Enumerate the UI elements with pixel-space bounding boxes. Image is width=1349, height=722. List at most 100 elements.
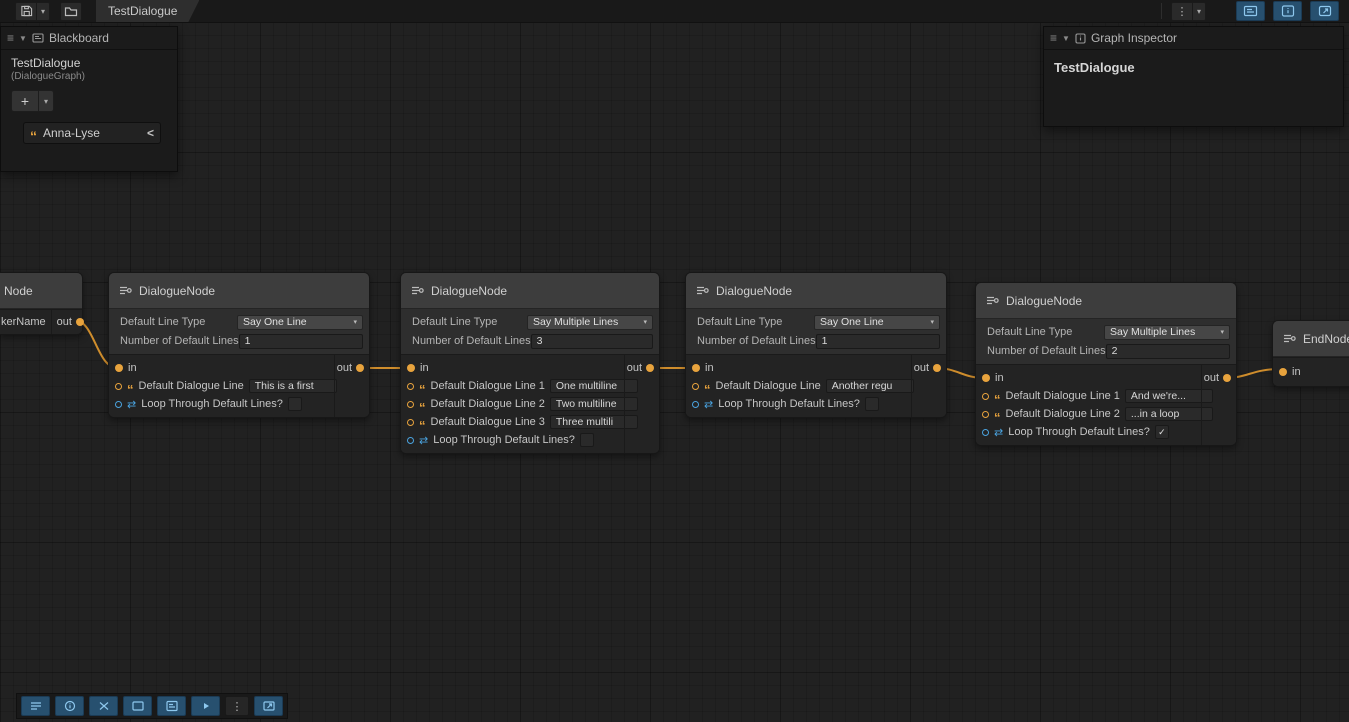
node-title-bar[interactable]: DialogueNode bbox=[686, 273, 946, 309]
row-label: Loop Through Default Lines? bbox=[1008, 426, 1150, 438]
node-title-bar[interactable]: Node bbox=[0, 273, 82, 309]
graph-tab[interactable]: TestDialogue bbox=[96, 0, 199, 22]
dialogue-node-1[interactable]: DialogueNode Default Line Type Say One L… bbox=[108, 272, 370, 418]
node-properties: Default Line Type Say One Line ▾ Number … bbox=[686, 309, 946, 354]
speaker-node-partial[interactable]: Node kerName out bbox=[0, 272, 83, 335]
input-port[interactable] bbox=[1279, 368, 1287, 376]
input-port[interactable] bbox=[407, 364, 415, 372]
graph-editor-window: ▾ TestDialogue ⋮ ▾ bbox=[0, 0, 1349, 722]
number-of-lines-input[interactable]: 1 bbox=[816, 334, 940, 349]
input-port[interactable] bbox=[692, 364, 700, 372]
console-button[interactable] bbox=[21, 696, 50, 716]
quote-icon: “ bbox=[419, 386, 426, 394]
dialogue-node-3[interactable]: DialogueNode Default Line Type Say One L… bbox=[685, 272, 947, 418]
chevron-down-icon: ▾ bbox=[1220, 328, 1224, 336]
add-property-button[interactable]: + bbox=[11, 90, 39, 112]
loop-port[interactable] bbox=[692, 401, 699, 408]
node-title-bar[interactable]: DialogueNode bbox=[109, 273, 369, 309]
number-of-lines-input[interactable]: 2 bbox=[1106, 344, 1230, 359]
number-of-lines-input[interactable]: 3 bbox=[531, 334, 653, 349]
loop-checkbox[interactable] bbox=[580, 433, 594, 447]
foldout-icon[interactable]: ▼ bbox=[19, 34, 27, 43]
node-title: EndNode bbox=[1303, 332, 1349, 346]
line-type-dropdown[interactable]: Say Multiple Lines ▾ bbox=[1104, 325, 1230, 340]
graph-inspector-header[interactable]: ≡ ▼ Graph Inspector bbox=[1044, 27, 1343, 50]
dialogue-node-4[interactable]: DialogueNode Default Line Type Say Multi… bbox=[975, 282, 1237, 446]
more-options-button[interactable]: ⋮ bbox=[1171, 2, 1193, 21]
dialogue-line-input[interactable]: This is a first bbox=[249, 379, 337, 393]
node-title-bar[interactable]: DialogueNode bbox=[401, 273, 659, 309]
field-value: 1 bbox=[822, 335, 828, 347]
port-label: kerName bbox=[1, 316, 46, 328]
blackboard-title: Blackboard bbox=[49, 31, 109, 45]
chevron-left-icon[interactable]: < bbox=[147, 126, 154, 140]
node-title-bar[interactable]: EndNode bbox=[1273, 321, 1349, 357]
in-port-label: in bbox=[705, 362, 714, 374]
field-label: Number of Default Lines bbox=[982, 345, 1106, 357]
frame-button[interactable] bbox=[123, 696, 152, 716]
blackboard-panel[interactable]: ≡ ▼ Blackboard TestDialogue (DialogueGra… bbox=[0, 26, 178, 172]
save-button[interactable] bbox=[15, 2, 37, 21]
loop-checkbox[interactable]: ✓ bbox=[1155, 425, 1169, 439]
open-preview-button[interactable] bbox=[1310, 1, 1339, 21]
dialogue-line-input[interactable]: ...in a loop bbox=[1125, 407, 1213, 421]
save-options-dropdown[interactable]: ▾ bbox=[37, 2, 50, 21]
open-asset-button[interactable] bbox=[60, 2, 82, 21]
field-value: One multiline bbox=[556, 380, 617, 392]
foldout-icon[interactable]: ▼ bbox=[1062, 34, 1070, 43]
hamburger-icon[interactable]: ≡ bbox=[7, 31, 14, 45]
line-type-dropdown[interactable]: Say Multiple Lines ▾ bbox=[527, 315, 653, 330]
toggle-blackboard-button[interactable] bbox=[1236, 1, 1265, 21]
input-port[interactable] bbox=[982, 374, 990, 382]
line-type-dropdown[interactable]: Say One Line ▾ bbox=[814, 315, 940, 330]
output-port[interactable] bbox=[76, 318, 84, 326]
blackboard-button[interactable] bbox=[157, 696, 186, 716]
output-port[interactable] bbox=[1223, 374, 1231, 382]
dialogue-line-port[interactable] bbox=[407, 383, 414, 390]
dialogue-line-port[interactable] bbox=[407, 419, 414, 426]
dialogue-node-2[interactable]: DialogueNode Default Line Type Say Multi… bbox=[400, 272, 660, 454]
loop-checkbox[interactable] bbox=[288, 397, 302, 411]
tools-button[interactable] bbox=[89, 696, 118, 716]
kebab-icon: ⋮ bbox=[1177, 5, 1188, 18]
more-options-dropdown[interactable]: ▾ bbox=[1193, 2, 1206, 21]
bottom-toolbar: ⋮ bbox=[16, 693, 288, 719]
toggle-inspector-button[interactable] bbox=[1273, 1, 1302, 21]
blackboard-property-pill[interactable]: “ Anna-Lyse < bbox=[23, 122, 161, 144]
loop-port[interactable] bbox=[115, 401, 122, 408]
row-label: Default Dialogue Line bbox=[139, 380, 244, 392]
line-type-dropdown[interactable]: Say One Line ▾ bbox=[237, 315, 363, 330]
dialogue-line-port[interactable] bbox=[982, 411, 989, 418]
graph-inspector-panel[interactable]: ≡ ▼ Graph Inspector TestDialogue bbox=[1043, 26, 1344, 127]
dialogue-line-input[interactable]: Another regu bbox=[826, 379, 914, 393]
node-title: Node bbox=[4, 284, 33, 298]
add-property-dropdown[interactable]: ▾ bbox=[39, 90, 54, 112]
chevron-down-icon: ▾ bbox=[930, 318, 934, 326]
toolbar-divider bbox=[1161, 3, 1162, 19]
dialogue-line-port[interactable] bbox=[692, 383, 699, 390]
output-port[interactable] bbox=[646, 364, 654, 372]
end-node[interactable]: EndNode in bbox=[1272, 320, 1349, 387]
dialogue-line-port[interactable] bbox=[982, 393, 989, 400]
external-window-button[interactable] bbox=[254, 696, 283, 716]
number-of-lines-input[interactable]: 1 bbox=[239, 334, 363, 349]
input-port[interactable] bbox=[115, 364, 123, 372]
loop-checkbox[interactable] bbox=[865, 397, 879, 411]
play-dialogue-button[interactable] bbox=[191, 696, 220, 716]
crossed-tools-icon bbox=[97, 700, 111, 712]
hamburger-icon[interactable]: ≡ bbox=[1050, 31, 1057, 45]
dialogue-line-input[interactable]: And we're... bbox=[1125, 389, 1213, 403]
node-title-bar[interactable]: DialogueNode bbox=[976, 283, 1236, 319]
loop-port[interactable] bbox=[982, 429, 989, 436]
loop-port[interactable] bbox=[407, 437, 414, 444]
field-value: 2 bbox=[1112, 345, 1118, 357]
more-options-button[interactable]: ⋮ bbox=[225, 696, 249, 716]
inspector-button[interactable] bbox=[55, 696, 84, 716]
dialogue-line-port[interactable] bbox=[115, 383, 122, 390]
output-port[interactable] bbox=[933, 364, 941, 372]
dialogue-line-port[interactable] bbox=[407, 401, 414, 408]
graph-inspector-title: Graph Inspector bbox=[1091, 31, 1177, 45]
output-port[interactable] bbox=[356, 364, 364, 372]
blackboard-header[interactable]: ≡ ▼ Blackboard bbox=[1, 27, 177, 50]
row-label: Default Dialogue Line bbox=[716, 380, 821, 392]
